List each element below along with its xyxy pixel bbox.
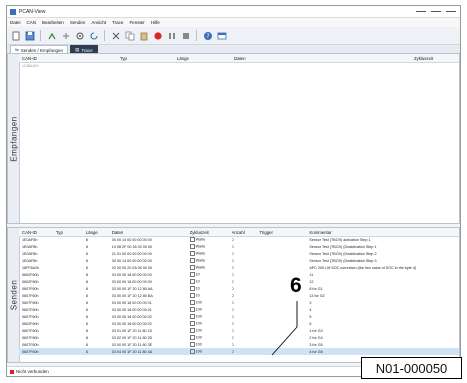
callout-leader [271,301,298,356]
callout-number: 6 [290,274,302,297]
reference-code: N01-000050 [361,357,462,379]
